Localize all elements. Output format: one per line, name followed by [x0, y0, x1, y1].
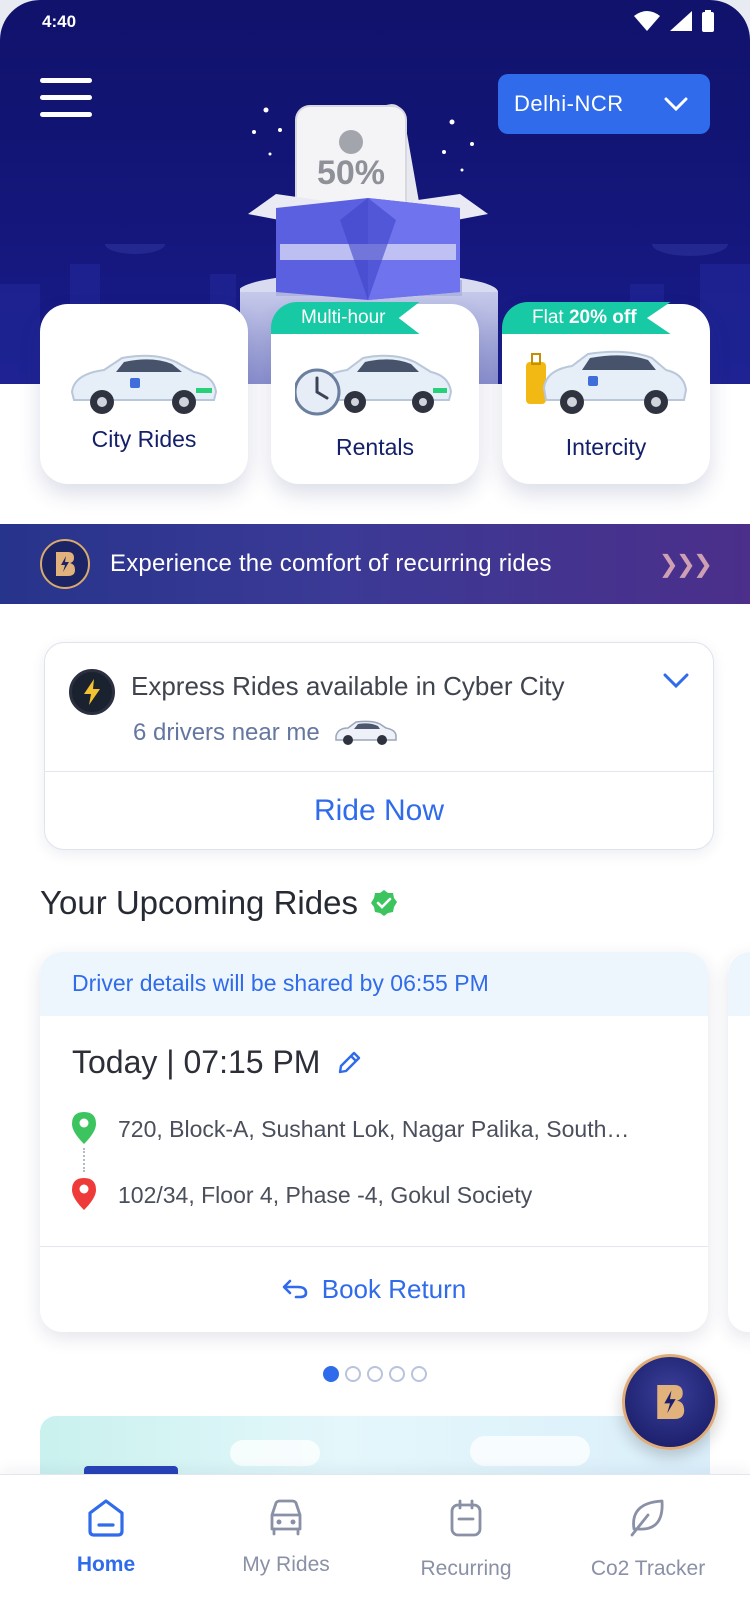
- nav-co2-tracker-label: Co2 Tracker: [590, 1557, 706, 1580]
- system-icons: [634, 10, 714, 32]
- next-ride-card-peek[interactable]: [728, 952, 750, 1332]
- book-return-label: Book Return: [321, 1273, 467, 1304]
- nav-my-rides-label: My Rides: [242, 1553, 330, 1576]
- drop-address: 102/34, Floor 4, Phase -4, Gokul Society: [118, 1182, 533, 1208]
- nav-co2-tracker[interactable]: Co2 Tracker: [556, 1475, 740, 1600]
- route-connector-line: [83, 1148, 85, 1172]
- drop-pin-icon: [72, 1178, 96, 1210]
- bottom-navigation: Home My Rides Recurring Co2 Tracker: [0, 1474, 750, 1600]
- upcoming-heading-text: Your Upcoming Rides: [40, 884, 358, 921]
- driver-details-notice: Driver details will be shared by 06:55 P…: [40, 952, 708, 1016]
- triple-chevron-right-icon: ❯❯❯: [658, 551, 713, 578]
- service-card-city-rides[interactable]: City Rides: [40, 304, 248, 484]
- service-card-intercity[interactable]: Flat 20% off Intercity: [502, 302, 710, 484]
- ride-now-button[interactable]: Ride Now: [45, 771, 713, 851]
- upcoming-rides-heading: Your Upcoming Rides: [40, 884, 398, 922]
- home-icon: [88, 1499, 124, 1537]
- ride-datetime-row: Today | 07:15 PM: [72, 1044, 362, 1081]
- pager-dot[interactable]: [345, 1366, 361, 1382]
- brand-logo-icon: [657, 1385, 685, 1419]
- city-car-icon: [70, 354, 218, 414]
- intercity-suv-luggage-icon: [526, 350, 688, 414]
- app-screen: 4:40 Delhi-NCR 50% City Rides Multi-hour…: [0, 0, 750, 1600]
- battery-icon: [702, 10, 714, 32]
- discount-tag-value: 20% off: [568, 307, 637, 328]
- lightning-bolt-icon: [69, 669, 115, 715]
- nav-home-label: Home: [76, 1553, 136, 1576]
- recurring-rides-banner[interactable]: Experience the comfort of recurring ride…: [0, 524, 750, 604]
- city-selector-dropdown[interactable]: Delhi-NCR: [498, 74, 710, 134]
- hamburger-menu-icon[interactable]: [40, 78, 92, 118]
- discount-tag: Flat 20% off: [502, 302, 671, 334]
- pickup-address: 720, Block-A, Sushant Lok, Nagar Palika,…: [118, 1116, 630, 1142]
- wifi-icon: [634, 11, 660, 31]
- service-label-intercity: Intercity: [565, 434, 647, 460]
- banner-text: Experience the comfort of recurring ride…: [110, 550, 552, 577]
- brand-fab-button[interactable]: [622, 1354, 718, 1450]
- calendar-icon: [450, 1499, 482, 1537]
- return-arrow-icon: [282, 1279, 308, 1299]
- book-return-button[interactable]: Book Return: [40, 1246, 708, 1332]
- pickup-pin-icon: [72, 1112, 96, 1144]
- ride-datetime: Today | 07:15 PM: [72, 1044, 321, 1080]
- pager-dot[interactable]: [389, 1366, 405, 1382]
- express-subtitle-row: 6 drivers near me: [133, 719, 398, 747]
- status-time: 4:40: [42, 12, 77, 31]
- reward-percent-label: 50%: [317, 154, 385, 192]
- car-front-icon: [270, 1499, 302, 1536]
- drivers-near-text: 6 drivers near me: [133, 719, 320, 746]
- service-label-rentals: Rentals: [336, 434, 414, 460]
- signal-icon: [670, 11, 692, 31]
- service-card-rentals[interactable]: Multi-hour Rentals: [271, 302, 479, 484]
- chevron-down-icon: [664, 97, 688, 111]
- pager-dot[interactable]: [367, 1366, 383, 1382]
- nav-recurring[interactable]: Recurring: [376, 1475, 556, 1600]
- pager-dot[interactable]: [323, 1366, 339, 1382]
- nav-recurring-label: Recurring: [420, 1557, 512, 1580]
- car-icon: [335, 720, 397, 745]
- status-bar: 4:40: [0, 0, 750, 42]
- verified-badge-icon: [370, 890, 397, 916]
- expand-chevron-icon[interactable]: [663, 673, 689, 694]
- express-title: Express Rides available in Cyber City: [131, 671, 565, 701]
- leaf-icon: [630, 1499, 664, 1537]
- upcoming-ride-card[interactable]: Driver details will be shared by 06:55 P…: [40, 952, 708, 1332]
- city-selector-label: Delhi-NCR: [514, 91, 624, 116]
- discount-tag-prefix: Flat: [532, 307, 564, 328]
- express-rides-card: Express Rides available in Cyber City 6 …: [44, 642, 714, 850]
- nav-my-rides[interactable]: My Rides: [196, 1475, 376, 1600]
- multi-hour-tag: Multi-hour: [271, 302, 420, 334]
- edit-pencil-icon[interactable]: [336, 1050, 362, 1076]
- nav-home[interactable]: Home: [16, 1475, 196, 1600]
- carousel-pager: [323, 1366, 427, 1382]
- service-label-city-rides: City Rides: [91, 426, 197, 452]
- brand-logo-icon: [40, 539, 90, 589]
- rental-car-clock-icon: [295, 354, 453, 416]
- pager-dot[interactable]: [411, 1366, 427, 1382]
